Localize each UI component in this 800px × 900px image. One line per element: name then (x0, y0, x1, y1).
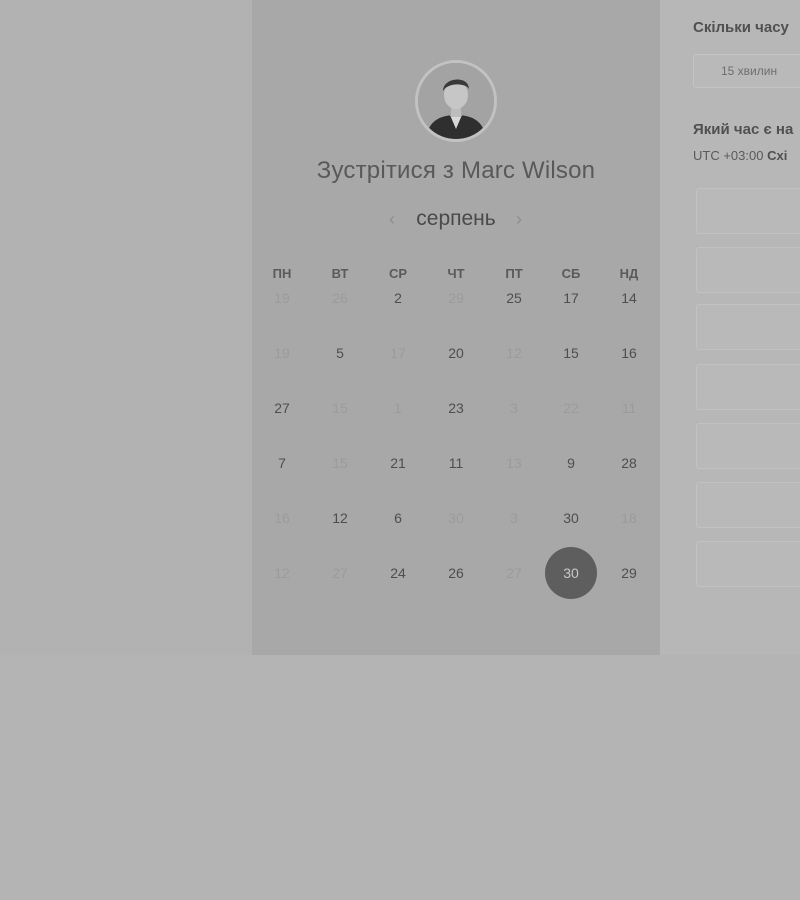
calendar-day: 17 (390, 345, 406, 361)
calendar-day[interactable]: 26 (430, 547, 482, 599)
time-slot[interactable] (696, 247, 800, 293)
calendar-day[interactable]: 12 (314, 492, 366, 544)
month-navigation: ‹ серпень › (252, 205, 660, 235)
page-title: Зустрітися з Marc Wilson (316, 157, 596, 184)
time-heading: Який час є на (693, 121, 794, 138)
person-photo-icon (418, 63, 494, 139)
calendar-day[interactable]: 29 (603, 547, 655, 599)
calendar-day[interactable]: 21 (372, 437, 424, 489)
time-slot[interactable] (696, 188, 800, 234)
calendar-day: 3 (510, 400, 518, 416)
calendar-day: 22 (563, 400, 579, 416)
avatar (415, 60, 497, 142)
calendar-day: 3 (510, 510, 518, 526)
calendar-day[interactable]: 30 (545, 492, 597, 544)
calendar-day[interactable]: 27 (256, 382, 308, 434)
month-label: серпень (416, 207, 496, 230)
calendar-day: 15 (332, 400, 348, 416)
calendar-day: 13 (506, 455, 522, 471)
calendar-day-selected[interactable]: 30 (545, 547, 597, 599)
calendar-day: 12 (506, 345, 522, 361)
duration-select[interactable]: 15 хвилин (693, 54, 800, 88)
calendar-day: 19 (274, 345, 290, 361)
calendar-day[interactable]: 9 (545, 437, 597, 489)
calendar-day[interactable]: 5 (314, 327, 366, 379)
time-slot[interactable] (696, 482, 800, 528)
time-slot[interactable] (696, 364, 800, 410)
time-slot[interactable] (696, 541, 800, 587)
time-slot[interactable] (696, 304, 800, 350)
next-month-icon[interactable]: › (509, 207, 529, 231)
calendar-day: 11 (621, 400, 637, 416)
calendar-day[interactable]: 23 (430, 382, 482, 434)
calendar-day[interactable]: 2 (372, 272, 424, 324)
calendar-day[interactable]: 15 (545, 327, 597, 379)
calendar-day[interactable]: 20 (430, 327, 482, 379)
calendar-day: 18 (621, 510, 637, 526)
calendar-panel: Зустрітися з Marc Wilson ‹ серпень › ПН В… (252, 0, 660, 655)
calendar-day: 1 (394, 400, 402, 416)
calendar-day: 19 (274, 290, 290, 306)
calendar-day[interactable]: 7 (256, 437, 308, 489)
calendar-day[interactable]: 17 (545, 272, 597, 324)
timezone-name: Схі (767, 148, 788, 163)
calendar-day: 16 (274, 510, 290, 526)
calendar-day: 27 (332, 565, 348, 581)
calendar-day: 27 (506, 565, 522, 581)
calendar-day: 12 (274, 565, 290, 581)
calendar-day[interactable]: 16 (603, 327, 655, 379)
calendar-day[interactable]: 11 (430, 437, 482, 489)
calendar-day: 30 (448, 510, 464, 526)
calendar-day[interactable]: 28 (603, 437, 655, 489)
booking-panel: Скільки часу 15 хвилин Який час є на UTC… (660, 0, 800, 655)
time-slot[interactable] (696, 423, 800, 469)
calendar-day[interactable]: 6 (372, 492, 424, 544)
timezone-offset: UTC +03:00 (693, 148, 764, 163)
timezone-selector[interactable]: UTC +03:00 Схі (693, 148, 787, 163)
duration-heading: Скільки часу (693, 19, 789, 36)
left-background (0, 0, 252, 655)
calendar-day: 29 (448, 290, 464, 306)
prev-month-icon[interactable]: ‹ (382, 207, 402, 231)
calendar-day[interactable]: 25 (488, 272, 540, 324)
calendar-day[interactable]: 24 (372, 547, 424, 599)
calendar-day: 15 (332, 455, 348, 471)
calendar-day: 26 (332, 290, 348, 306)
calendar-day[interactable]: 14 (603, 272, 655, 324)
